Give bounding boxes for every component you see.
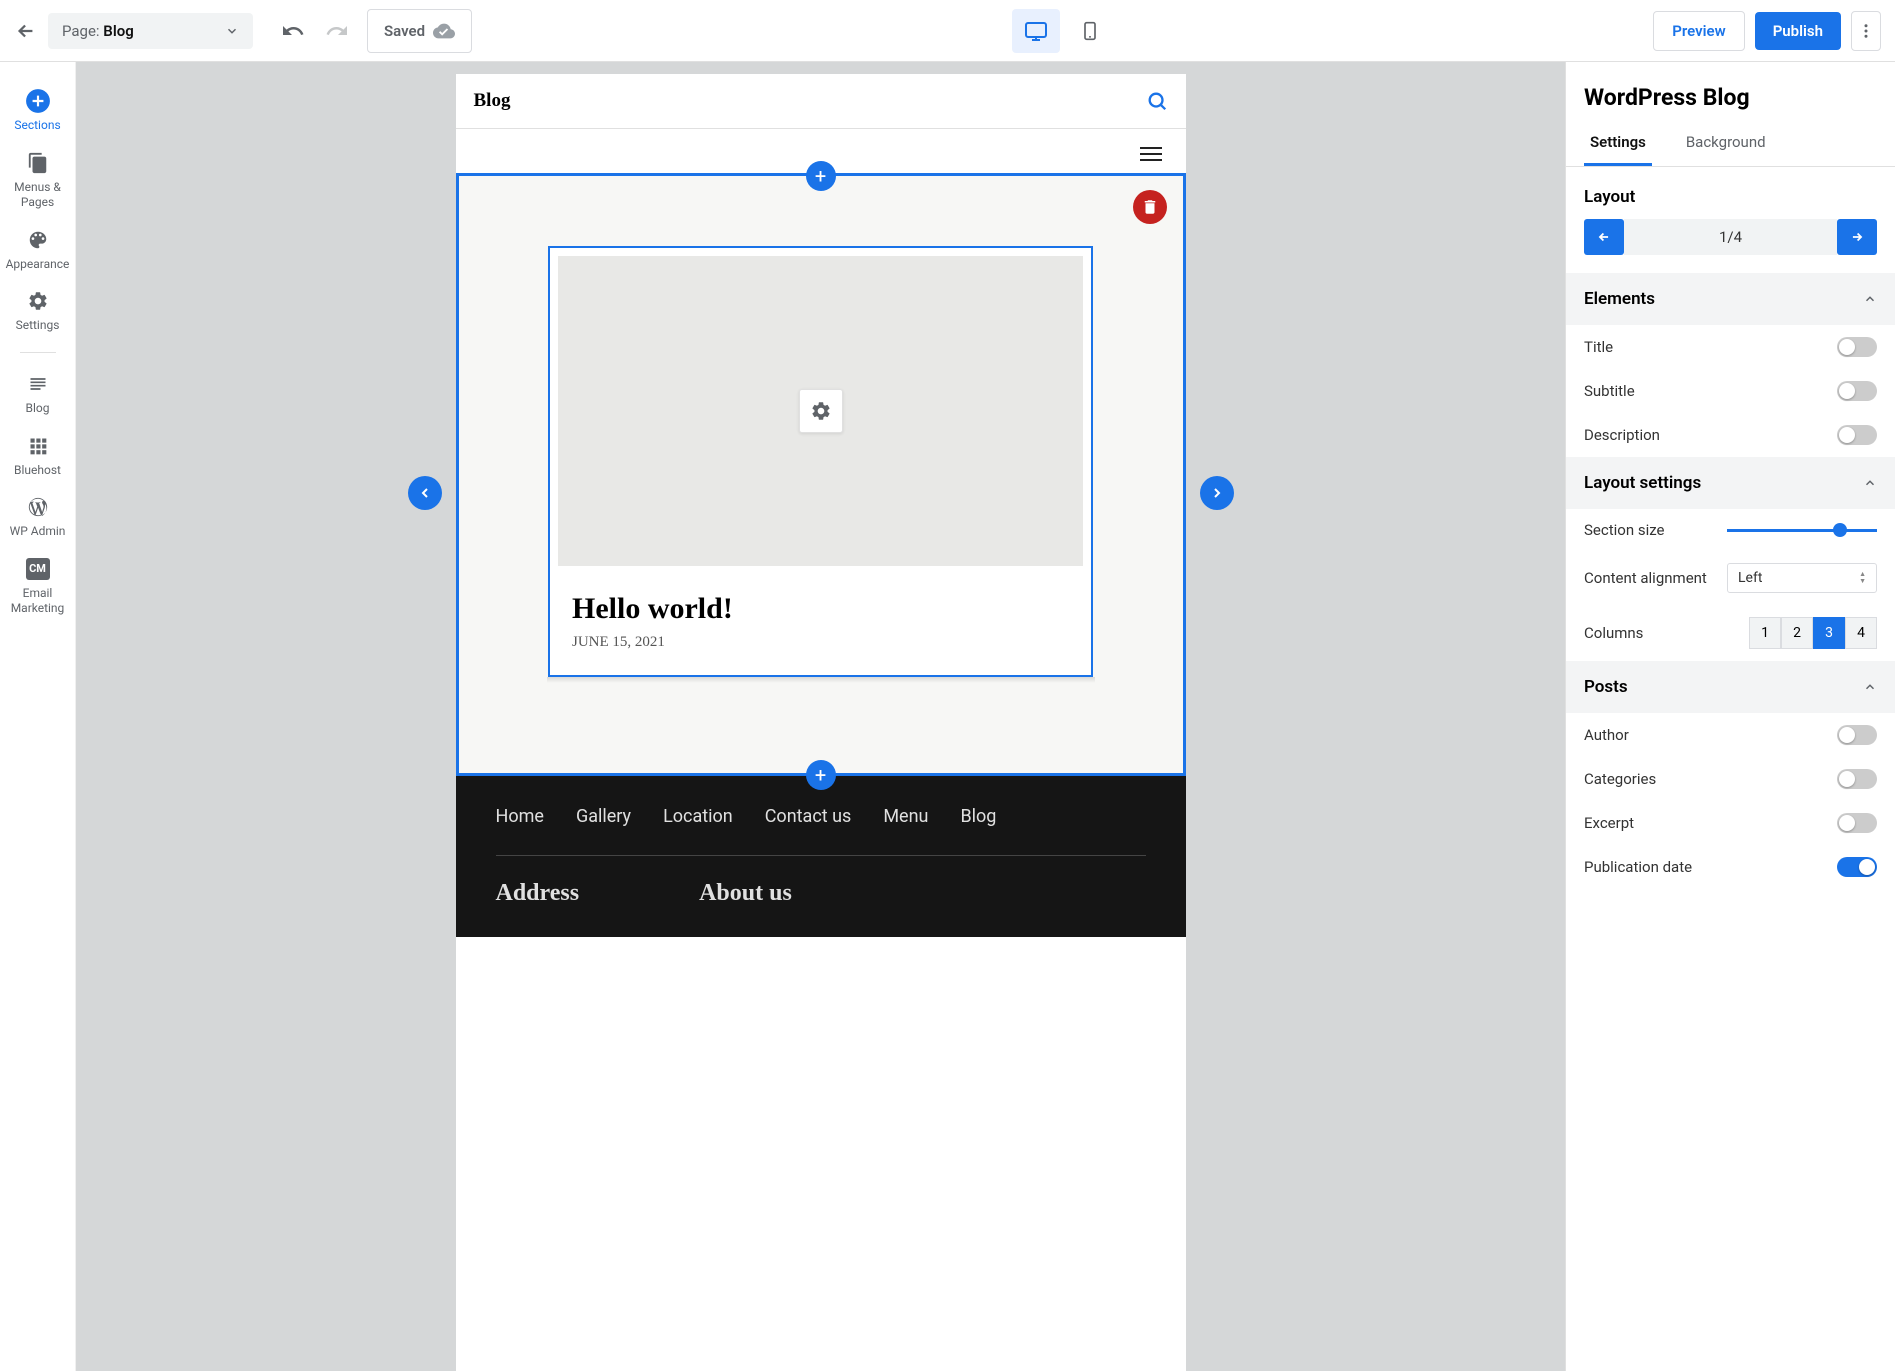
sidebar-left: Sections Menus & Pages Appearance Settin… bbox=[0, 62, 76, 1371]
layout-next-button[interactable] bbox=[1837, 219, 1877, 255]
sidebar-item-settings[interactable]: Settings bbox=[0, 280, 75, 342]
title-label: Title bbox=[1584, 338, 1613, 356]
cloud-check-icon bbox=[433, 20, 455, 42]
card-image-placeholder bbox=[558, 256, 1083, 566]
columns-option-4[interactable]: 4 bbox=[1845, 617, 1877, 649]
gear-icon bbox=[25, 288, 51, 314]
selected-section[interactable]: + Hello world! JUNE 15, 2021 + bbox=[456, 173, 1186, 776]
page-selector[interactable]: Page: Blog bbox=[48, 13, 253, 49]
chevron-up-icon bbox=[1863, 292, 1877, 306]
palette-icon bbox=[25, 227, 51, 253]
content-alignment-select[interactable]: Left▲▼ bbox=[1727, 563, 1877, 593]
sidebar-item-blog[interactable]: Blog bbox=[0, 363, 75, 425]
pubdate-toggle[interactable] bbox=[1837, 857, 1877, 877]
grid-icon bbox=[25, 433, 51, 459]
mobile-view-button[interactable] bbox=[1066, 9, 1114, 53]
wordpress-icon bbox=[25, 494, 51, 520]
footer: Home Gallery Location Contact us Menu Bl… bbox=[456, 776, 1186, 937]
section-size-label: Section size bbox=[1584, 521, 1665, 539]
card-settings-button[interactable] bbox=[799, 389, 843, 433]
desktop-view-button[interactable] bbox=[1012, 9, 1060, 53]
excerpt-label: Excerpt bbox=[1584, 814, 1634, 832]
pages-icon bbox=[25, 150, 51, 176]
layout-settings-section-header[interactable]: Layout settings bbox=[1566, 457, 1895, 509]
author-label: Author bbox=[1584, 726, 1629, 744]
undo-button[interactable] bbox=[281, 19, 305, 43]
post-title: Hello world! bbox=[572, 592, 1069, 626]
footer-address-heading: Address bbox=[496, 880, 580, 907]
canvas: Blog + Hello world! JUNE 15, 2021 bbox=[456, 74, 1186, 1371]
sidebar-item-sections[interactable]: Sections bbox=[0, 80, 75, 142]
sidebar-item-bluehost[interactable]: Bluehost bbox=[0, 425, 75, 487]
excerpt-toggle[interactable] bbox=[1837, 813, 1877, 833]
footer-about-heading: About us bbox=[699, 880, 792, 907]
footer-nav-contact[interactable]: Contact us bbox=[765, 806, 852, 827]
canvas-title: Blog bbox=[474, 90, 511, 112]
blog-card[interactable]: Hello world! JUNE 15, 2021 bbox=[548, 246, 1093, 677]
columns-option-2[interactable]: 2 bbox=[1781, 617, 1813, 649]
description-label: Description bbox=[1584, 426, 1660, 444]
sidebar-item-appearance[interactable]: Appearance bbox=[0, 219, 75, 281]
chevron-up-icon bbox=[1863, 680, 1877, 694]
pubdate-label: Publication date bbox=[1584, 858, 1692, 876]
plus-circle-icon bbox=[25, 88, 51, 114]
columns-option-3[interactable]: 3 bbox=[1813, 617, 1845, 649]
select-arrows-icon: ▲▼ bbox=[1859, 571, 1866, 585]
add-section-above-button[interactable]: + bbox=[806, 161, 836, 191]
footer-nav-home[interactable]: Home bbox=[496, 806, 544, 827]
subtitle-label: Subtitle bbox=[1584, 382, 1635, 400]
search-icon[interactable] bbox=[1146, 90, 1168, 112]
carousel-prev-button[interactable] bbox=[408, 476, 442, 510]
chevron-up-icon bbox=[1863, 476, 1877, 490]
content-alignment-label: Content alignment bbox=[1584, 569, 1707, 587]
author-toggle[interactable] bbox=[1837, 725, 1877, 745]
footer-nav-blog[interactable]: Blog bbox=[960, 806, 996, 827]
carousel-next-button[interactable] bbox=[1200, 476, 1234, 510]
title-toggle[interactable] bbox=[1837, 337, 1877, 357]
tab-background[interactable]: Background bbox=[1680, 123, 1772, 166]
categories-toggle[interactable] bbox=[1837, 769, 1877, 789]
preview-button[interactable]: Preview bbox=[1653, 11, 1744, 51]
delete-section-button[interactable] bbox=[1133, 190, 1167, 224]
description-toggle[interactable] bbox=[1837, 425, 1877, 445]
layout-section-label: Layout bbox=[1566, 167, 1895, 219]
add-section-below-button[interactable]: + bbox=[806, 760, 836, 790]
text-lines-icon bbox=[25, 371, 51, 397]
section-size-slider[interactable] bbox=[1727, 529, 1877, 532]
posts-section-header[interactable]: Posts bbox=[1566, 661, 1895, 713]
layout-position: 1/4 bbox=[1624, 219, 1837, 255]
sidebar-item-wp-admin[interactable]: WP Admin bbox=[0, 486, 75, 548]
page-current: Blog bbox=[103, 22, 133, 40]
categories-label: Categories bbox=[1584, 770, 1656, 788]
columns-picker: 1 2 3 4 bbox=[1749, 617, 1877, 649]
columns-option-1[interactable]: 1 bbox=[1749, 617, 1781, 649]
redo-button[interactable] bbox=[325, 19, 349, 43]
divider bbox=[20, 352, 56, 353]
sidebar-item-menus-pages[interactable]: Menus & Pages bbox=[0, 142, 75, 219]
publish-button[interactable]: Publish bbox=[1755, 12, 1841, 50]
chevron-down-icon bbox=[225, 24, 239, 38]
post-date: JUNE 15, 2021 bbox=[572, 634, 1069, 651]
card-shadow bbox=[547, 677, 1095, 683]
subtitle-toggle[interactable] bbox=[1837, 381, 1877, 401]
footer-nav-location[interactable]: Location bbox=[663, 806, 733, 827]
panel-right: WordPress Blog Settings Background Layou… bbox=[1565, 62, 1895, 1371]
sidebar-item-email-marketing[interactable]: CM Email Marketing bbox=[0, 548, 75, 625]
cm-icon: CM bbox=[25, 556, 51, 582]
page-prefix: Page: bbox=[62, 22, 100, 40]
footer-nav-gallery[interactable]: Gallery bbox=[576, 806, 631, 827]
elements-section-header[interactable]: Elements bbox=[1566, 273, 1895, 325]
panel-title: WordPress Blog bbox=[1566, 62, 1895, 123]
layout-prev-button[interactable] bbox=[1584, 219, 1624, 255]
saved-indicator: Saved bbox=[367, 9, 472, 53]
more-menu-button[interactable] bbox=[1851, 11, 1881, 51]
footer-nav-menu[interactable]: Menu bbox=[883, 806, 928, 827]
columns-label: Columns bbox=[1584, 624, 1643, 642]
back-arrow[interactable] bbox=[14, 19, 38, 43]
tab-settings[interactable]: Settings bbox=[1584, 123, 1652, 166]
